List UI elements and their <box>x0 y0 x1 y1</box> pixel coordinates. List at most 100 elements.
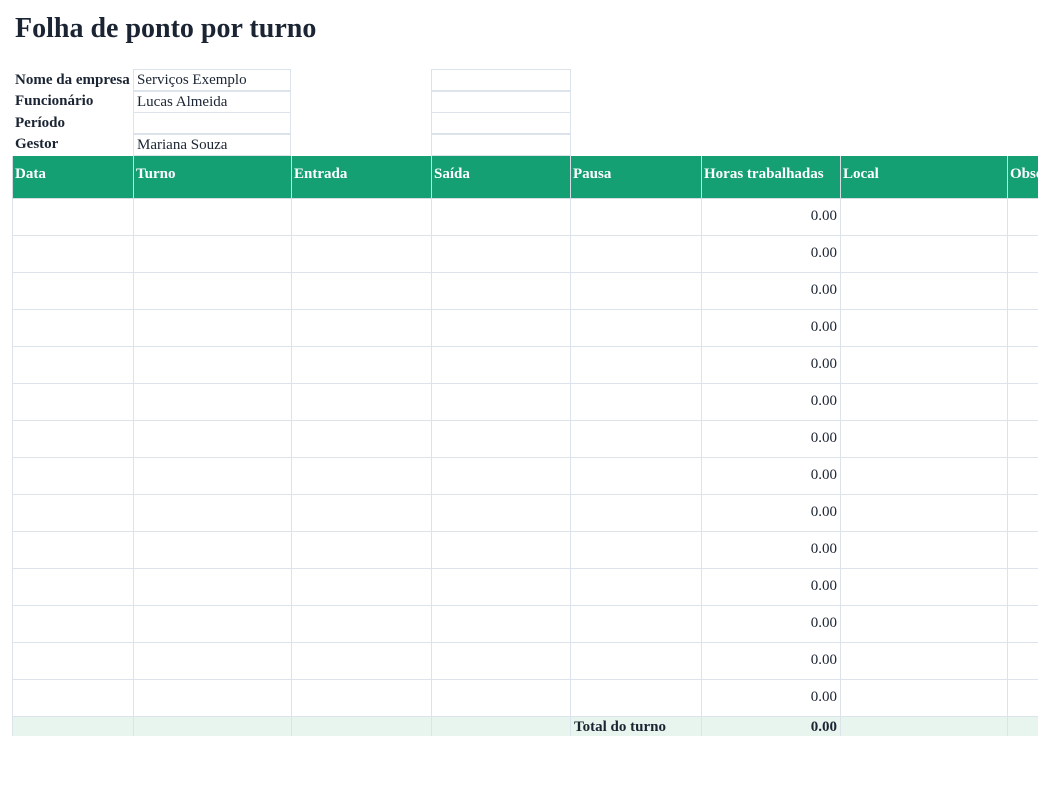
location-cell[interactable] <box>840 604 1008 643</box>
location-cell[interactable] <box>840 308 1008 347</box>
clock-out-cell[interactable] <box>431 567 571 606</box>
shift-cell[interactable] <box>133 641 292 680</box>
total-hours-value[interactable]: 0.00 <box>701 715 841 736</box>
total-row-cell[interactable] <box>431 715 571 736</box>
date-cell[interactable] <box>12 308 134 347</box>
hours-worked-cell[interactable]: 0.00 <box>701 493 841 532</box>
clock-in-cell[interactable] <box>291 419 432 458</box>
column-header-notes[interactable]: Observações <box>1007 156 1038 199</box>
column-header-hours-worked[interactable]: Horas trabalhadas <box>701 156 841 199</box>
clock-in-cell[interactable] <box>291 641 432 680</box>
location-cell[interactable] <box>840 493 1008 532</box>
shift-cell[interactable] <box>133 493 292 532</box>
break-cell[interactable] <box>570 493 702 532</box>
total-row-cell[interactable] <box>133 715 292 736</box>
info-cell-extra[interactable] <box>431 112 571 134</box>
break-cell[interactable] <box>570 604 702 643</box>
total-row-cell[interactable] <box>1007 715 1038 736</box>
shift-cell[interactable] <box>133 604 292 643</box>
info-cell-extra[interactable] <box>431 91 571 113</box>
notes-cell[interactable] <box>1007 271 1038 310</box>
shift-cell[interactable] <box>133 678 292 717</box>
clock-out-cell[interactable] <box>431 641 571 680</box>
column-header-clock-out[interactable]: Saída <box>431 156 571 199</box>
clock-in-cell[interactable] <box>291 271 432 310</box>
clock-out-cell[interactable] <box>431 419 571 458</box>
shift-cell[interactable] <box>133 567 292 606</box>
info-cell-extra[interactable] <box>431 134 571 156</box>
clock-out-cell[interactable] <box>431 271 571 310</box>
clock-out-cell[interactable] <box>431 456 571 495</box>
location-cell[interactable] <box>840 567 1008 606</box>
clock-out-cell[interactable] <box>431 604 571 643</box>
clock-out-cell[interactable] <box>431 308 571 347</box>
column-header-location[interactable]: Local <box>840 156 1008 199</box>
clock-in-cell[interactable] <box>291 234 432 273</box>
shift-cell[interactable] <box>133 456 292 495</box>
hours-worked-cell[interactable]: 0.00 <box>701 197 841 236</box>
shift-cell[interactable] <box>133 234 292 273</box>
info-cell-extra[interactable] <box>431 69 571 91</box>
clock-in-cell[interactable] <box>291 567 432 606</box>
clock-out-cell[interactable] <box>431 382 571 421</box>
date-cell[interactable] <box>12 567 134 606</box>
hours-worked-cell[interactable]: 0.00 <box>701 419 841 458</box>
location-cell[interactable] <box>840 678 1008 717</box>
clock-in-cell[interactable] <box>291 308 432 347</box>
hours-worked-cell[interactable]: 0.00 <box>701 456 841 495</box>
location-cell[interactable] <box>840 197 1008 236</box>
hours-worked-cell[interactable]: 0.00 <box>701 567 841 606</box>
date-cell[interactable] <box>12 419 134 458</box>
clock-out-cell[interactable] <box>431 197 571 236</box>
company-name-field[interactable]: Serviços Exemplo <box>133 69 291 91</box>
shift-cell[interactable] <box>133 197 292 236</box>
notes-cell[interactable] <box>1007 678 1038 717</box>
date-cell[interactable] <box>12 345 134 384</box>
break-cell[interactable] <box>570 308 702 347</box>
shift-cell[interactable] <box>133 419 292 458</box>
clock-out-cell[interactable] <box>431 234 571 273</box>
location-cell[interactable] <box>840 234 1008 273</box>
notes-cell[interactable] <box>1007 567 1038 606</box>
notes-cell[interactable] <box>1007 345 1038 384</box>
break-cell[interactable] <box>570 419 702 458</box>
date-cell[interactable] <box>12 678 134 717</box>
date-cell[interactable] <box>12 271 134 310</box>
period-field[interactable] <box>133 112 291 134</box>
column-header-break[interactable]: Pausa <box>570 156 702 199</box>
notes-cell[interactable] <box>1007 493 1038 532</box>
location-cell[interactable] <box>840 271 1008 310</box>
location-cell[interactable] <box>840 641 1008 680</box>
notes-cell[interactable] <box>1007 234 1038 273</box>
notes-cell[interactable] <box>1007 382 1038 421</box>
break-cell[interactable] <box>570 197 702 236</box>
date-cell[interactable] <box>12 641 134 680</box>
clock-in-cell[interactable] <box>291 197 432 236</box>
total-row-cell[interactable] <box>840 715 1008 736</box>
hours-worked-cell[interactable]: 0.00 <box>701 641 841 680</box>
total-row-cell[interactable] <box>12 715 134 736</box>
clock-in-cell[interactable] <box>291 345 432 384</box>
break-cell[interactable] <box>570 382 702 421</box>
manager-field[interactable]: Mariana Souza <box>133 134 291 156</box>
column-header-date[interactable]: Data <box>12 156 134 199</box>
break-cell[interactable] <box>570 567 702 606</box>
location-cell[interactable] <box>840 456 1008 495</box>
location-cell[interactable] <box>840 530 1008 569</box>
date-cell[interactable] <box>12 197 134 236</box>
break-cell[interactable] <box>570 530 702 569</box>
hours-worked-cell[interactable]: 0.00 <box>701 308 841 347</box>
shift-cell[interactable] <box>133 382 292 421</box>
date-cell[interactable] <box>12 493 134 532</box>
break-cell[interactable] <box>570 234 702 273</box>
clock-in-cell[interactable] <box>291 604 432 643</box>
location-cell[interactable] <box>840 382 1008 421</box>
location-cell[interactable] <box>840 345 1008 384</box>
clock-out-cell[interactable] <box>431 493 571 532</box>
column-header-shift[interactable]: Turno <box>133 156 292 199</box>
break-cell[interactable] <box>570 641 702 680</box>
break-cell[interactable] <box>570 345 702 384</box>
total-label[interactable]: Total do turno <box>570 715 702 736</box>
column-header-clock-in[interactable]: Entrada <box>291 156 432 199</box>
hours-worked-cell[interactable]: 0.00 <box>701 678 841 717</box>
